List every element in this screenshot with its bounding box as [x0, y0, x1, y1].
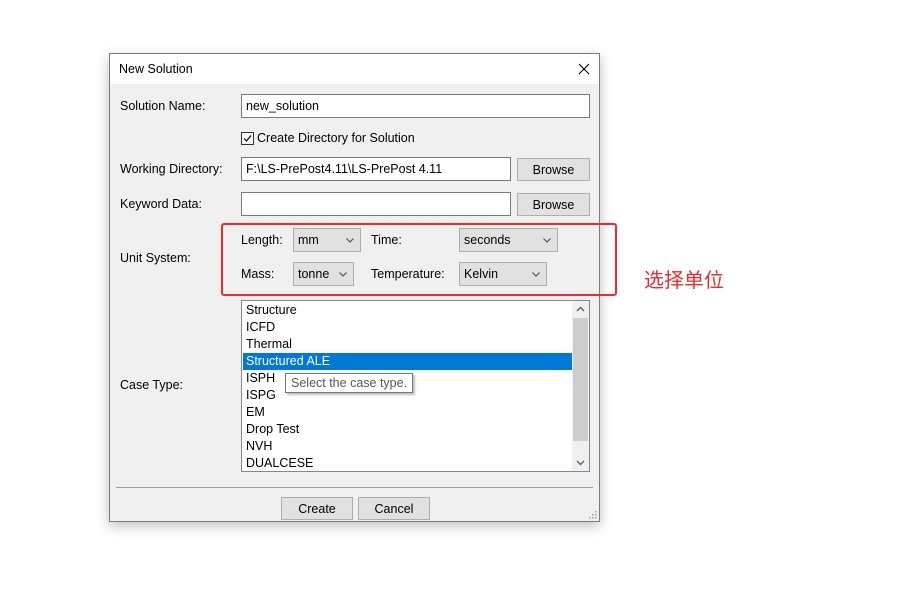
scrollbar-thumb[interactable] [573, 318, 588, 441]
working-directory-input[interactable] [241, 157, 511, 181]
cancel-button[interactable]: Cancel [358, 497, 430, 520]
close-icon [578, 63, 590, 75]
list-item[interactable]: ICFD [243, 319, 573, 336]
dialog-title: New Solution [119, 62, 193, 76]
list-item[interactable]: Thermal [243, 336, 573, 353]
solution-name-input[interactable] [241, 94, 590, 118]
case-type-tooltip: Select the case type. [285, 373, 414, 393]
keyword-data-input[interactable] [241, 192, 511, 216]
annotation-label: 选择单位 [644, 268, 724, 292]
resize-grip-icon[interactable] [587, 509, 597, 519]
solution-name-label: Solution Name: [120, 99, 206, 113]
divider [116, 487, 593, 488]
list-item-selected[interactable]: Structured ALE [243, 353, 573, 370]
unit-system-label: Unit System: [120, 251, 191, 265]
list-item[interactable]: DUALCESE [243, 455, 573, 471]
close-button[interactable] [573, 58, 595, 80]
create-directory-checkbox[interactable] [241, 132, 254, 145]
unit-system-highlight-box [221, 223, 617, 296]
case-type-label: Case Type: [120, 378, 184, 392]
working-directory-browse-button[interactable]: Browse [517, 158, 590, 181]
create-directory-label: Create Directory for Solution [257, 131, 415, 145]
vertical-scrollbar[interactable] [572, 301, 589, 471]
list-item[interactable]: Drop Test [243, 421, 573, 438]
checkmark-icon [243, 135, 252, 142]
keyword-data-browse-button[interactable]: Browse [517, 193, 590, 216]
list-item[interactable]: EM [243, 404, 573, 421]
keyword-data-label: Keyword Data: [120, 197, 202, 211]
title-bar: New Solution [110, 54, 599, 84]
list-item[interactable]: NVH [243, 438, 573, 455]
working-directory-label: Working Directory: [120, 162, 223, 176]
scroll-down-arrow-icon[interactable] [572, 454, 589, 471]
create-button[interactable]: Create [281, 497, 353, 520]
list-item[interactable]: Structure [243, 302, 573, 319]
scroll-up-arrow-icon[interactable] [572, 301, 589, 318]
